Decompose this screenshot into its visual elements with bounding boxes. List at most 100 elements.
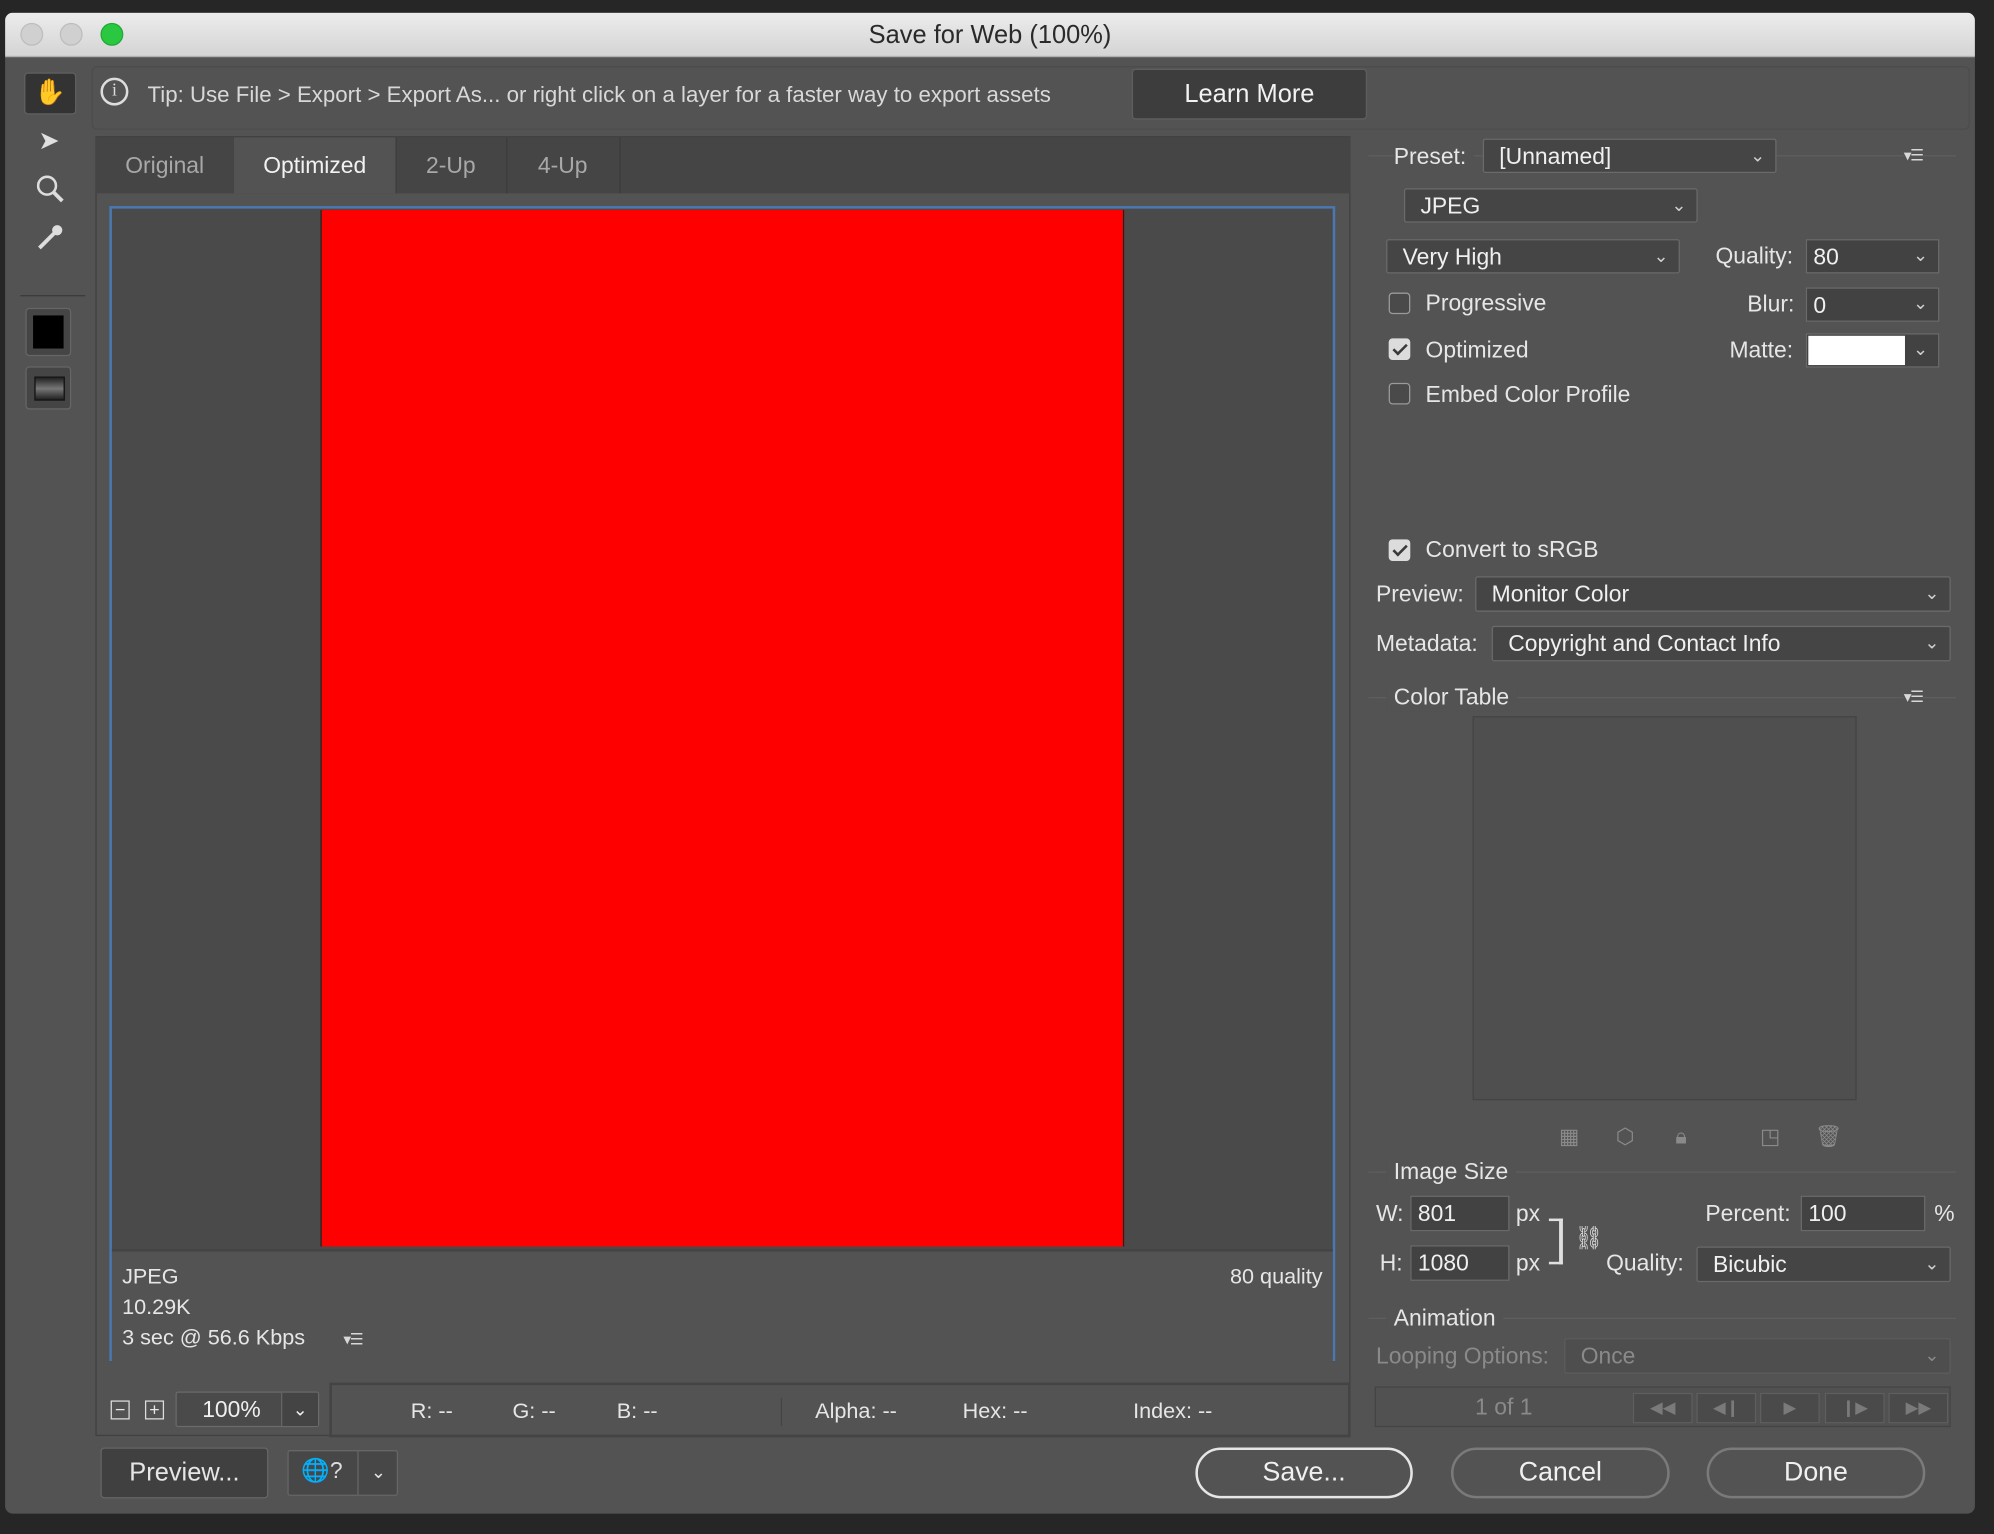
- chevron-down-icon: ⌄: [1924, 1252, 1940, 1274]
- save-for-web-dialog: Save for Web (100%) ✋ ➤ i Tip: Use File …: [5, 12, 1975, 1514]
- chevron-down-icon: ⌄: [1671, 194, 1687, 215]
- chain-link-icon[interactable]: ⛓: [1574, 1225, 1603, 1252]
- magnifier-icon: [36, 175, 64, 203]
- quality-input[interactable]: 80 ⌄: [1805, 239, 1940, 274]
- toggle-slices-button[interactable]: [25, 366, 72, 410]
- window-title: Save for Web (100%): [868, 21, 1112, 50]
- metadata-select[interactable]: Copyright and Contact Info ⌄: [1491, 625, 1951, 662]
- play-button[interactable]: ▶: [1760, 1392, 1820, 1424]
- chevron-down-icon: ⌄: [1924, 632, 1940, 653]
- title-bar: Save for Web (100%): [5, 12, 1975, 58]
- new-color-icon[interactable]: ◳: [1757, 1124, 1782, 1149]
- resample-quality-select[interactable]: Bicubic ⌄: [1696, 1246, 1951, 1283]
- width-input[interactable]: 801: [1410, 1195, 1510, 1232]
- matte-color-swatch: [1808, 335, 1905, 366]
- height-unit: px: [1515, 1250, 1541, 1276]
- animation-title: Animation: [1386, 1305, 1504, 1332]
- tab-optimized[interactable]: Optimized: [233, 137, 397, 194]
- zoom-tool[interactable]: [24, 172, 74, 211]
- preset-menu-icon[interactable]: ▾☰: [1903, 146, 1924, 165]
- height-input[interactable]: 1080: [1410, 1245, 1510, 1281]
- preset-label: Preset:: [1393, 143, 1474, 171]
- hand-tool[interactable]: ✋: [24, 72, 77, 115]
- compression-quality-select[interactable]: Very High ⌄: [1386, 239, 1680, 274]
- constrain-bracket: [1548, 1218, 1563, 1265]
- transparency-icon[interactable]: ▦: [1557, 1124, 1582, 1149]
- matte-select[interactable]: ⌄: [1805, 333, 1940, 368]
- next-frame-button[interactable]: ❙▶: [1824, 1392, 1885, 1424]
- progressive-checkbox[interactable]: [1388, 292, 1411, 315]
- info-download-time: 3 sec @ 56.6 Kbps: [122, 1325, 306, 1350]
- image-size-title: Image Size: [1386, 1158, 1516, 1186]
- embed-color-profile-label: Embed Color Profile: [1425, 381, 1631, 408]
- tools-divider: [20, 295, 86, 297]
- info-file-size: 10.29K: [122, 1294, 191, 1320]
- tab-4-up[interactable]: 4-Up: [506, 137, 621, 194]
- chevron-down-icon: ⌄: [1912, 338, 1928, 359]
- percent-input[interactable]: 100: [1800, 1195, 1926, 1232]
- web-shift-cube-icon[interactable]: ⬡: [1612, 1124, 1637, 1149]
- learn-more-button[interactable]: Learn More: [1131, 68, 1368, 120]
- optimized-checkbox[interactable]: [1388, 338, 1411, 360]
- browser-globe-icon: 🌐?: [301, 1457, 343, 1484]
- frame-counter: 1 of 1: [1475, 1394, 1533, 1420]
- chevron-down-icon: ⌄: [1653, 245, 1669, 266]
- file-format-select[interactable]: JPEG ⌄: [1403, 188, 1698, 223]
- height-label: H:: [1379, 1250, 1403, 1276]
- done-button[interactable]: Done: [1706, 1447, 1926, 1499]
- blur-input[interactable]: 0 ⌄: [1805, 287, 1940, 322]
- embed-color-profile-checkbox[interactable]: [1388, 382, 1411, 405]
- zoom-level-select[interactable]: 100% ⌄: [175, 1391, 320, 1428]
- previous-frame-button[interactable]: ◀❙: [1696, 1392, 1757, 1424]
- readout-g: G: --: [512, 1399, 556, 1424]
- optimized-label: Optimized: [1425, 337, 1529, 363]
- tip-text: Tip: Use File > Export > Export As... or…: [147, 81, 1051, 107]
- width-label: W:: [1375, 1200, 1404, 1227]
- slice-select-tool[interactable]: ➤: [24, 122, 74, 161]
- trash-icon[interactable]: 🗑︎: [1815, 1124, 1842, 1149]
- quality-label: Quality:: [1715, 242, 1794, 269]
- color-table-menu-icon[interactable]: ▾☰: [1903, 688, 1924, 706]
- chevron-down-icon: ⌄: [357, 1451, 398, 1495]
- hand-icon: ✋: [34, 78, 67, 107]
- optimized-preview-pane[interactable]: JPEG 10.29K 3 sec @ 56.6 Kbps ▾☰ 80 qual…: [109, 206, 1336, 1362]
- tab-original[interactable]: Original: [95, 137, 236, 194]
- convert-srgb-label: Convert to sRGB: [1425, 536, 1599, 563]
- progressive-label: Progressive: [1425, 290, 1547, 316]
- first-frame-button[interactable]: ◀◀: [1632, 1392, 1693, 1424]
- info-format: JPEG: [122, 1264, 179, 1289]
- percent-label: Percent:: [1705, 1200, 1791, 1227]
- last-frame-button[interactable]: ▶▶: [1888, 1392, 1949, 1424]
- slice-select-icon: ➤: [38, 127, 60, 156]
- save-button[interactable]: Save...: [1195, 1447, 1413, 1499]
- download-speed-menu-icon[interactable]: ▾☰: [343, 1330, 363, 1348]
- lock-color-icon[interactable]: 🔒︎: [1668, 1124, 1693, 1149]
- eyedropper-tool[interactable]: [24, 221, 74, 260]
- info-quality: 80 quality: [1229, 1264, 1323, 1289]
- preview-in-browser-button[interactable]: Preview...: [100, 1447, 269, 1499]
- color-table-swatches[interactable]: [1472, 716, 1857, 1101]
- convert-srgb-checkbox[interactable]: [1388, 539, 1411, 561]
- browser-select[interactable]: 🌐? ⌄: [287, 1450, 399, 1496]
- cancel-button[interactable]: Cancel: [1450, 1447, 1670, 1499]
- chevron-down-icon[interactable]: ⌄: [1913, 244, 1928, 266]
- view-tabs: Original Optimized 2-Up 4-Up: [95, 137, 1351, 194]
- zoom-out-button[interactable]: −: [110, 1400, 130, 1420]
- width-unit: px: [1515, 1200, 1541, 1227]
- readout-hex: Hex: --: [962, 1399, 1028, 1424]
- chevron-down-icon: ⌄: [1924, 1344, 1940, 1365]
- readout-b: B: --: [616, 1399, 658, 1424]
- chevron-down-icon: ⌄: [1750, 145, 1766, 166]
- preview-info: JPEG 10.29K 3 sec @ 56.6 Kbps ▾☰ 80 qual…: [111, 1249, 1333, 1362]
- chevron-down-icon[interactable]: ⌄: [1913, 293, 1928, 315]
- zoom-in-button[interactable]: +: [144, 1400, 165, 1420]
- color-table-title: Color Table: [1386, 684, 1517, 712]
- eyedropper-color-swatch[interactable]: [25, 307, 72, 357]
- preview-color-select[interactable]: Monitor Color ⌄: [1475, 576, 1951, 612]
- preset-select[interactable]: [Unnamed] ⌄: [1482, 138, 1777, 173]
- looping-options-select[interactable]: Once ⌄: [1564, 1338, 1951, 1374]
- matte-label: Matte:: [1729, 337, 1794, 363]
- tab-2-up[interactable]: 2-Up: [395, 137, 508, 194]
- info-icon: i: [100, 77, 129, 106]
- animation-frame-bar: 1 of 1 ◀◀ ◀❙ ▶ ❙▶ ▶▶: [1374, 1386, 1951, 1428]
